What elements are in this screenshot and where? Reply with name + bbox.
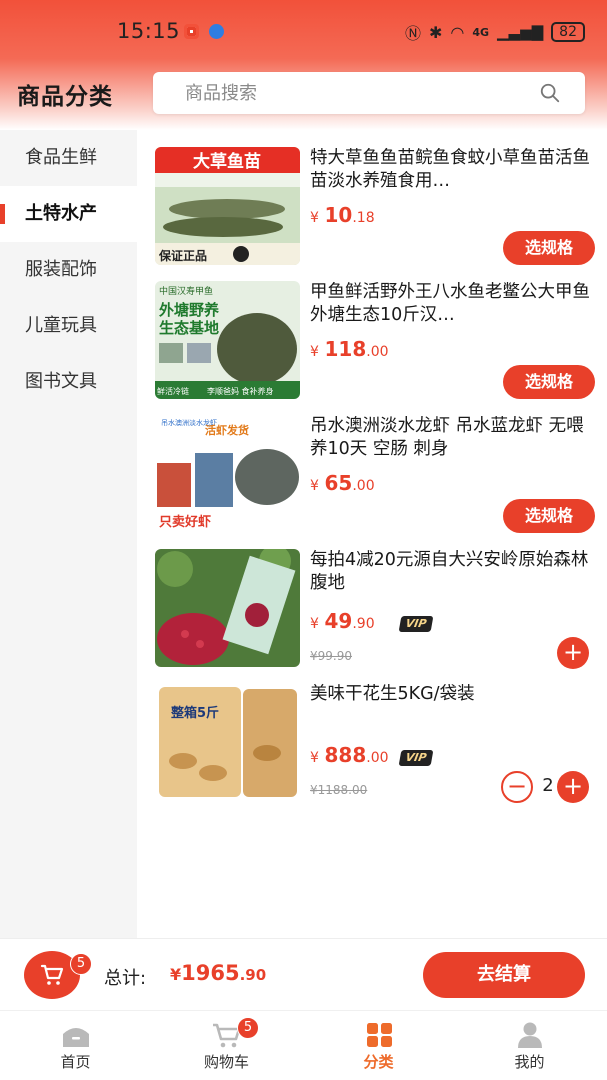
sidebar-item-food[interactable]: 食品生鲜 [0, 130, 137, 186]
profile-icon [518, 1022, 542, 1048]
category-sidebar: 食品生鲜 土特水产 服装配饰 儿童玩具 图书文具 [0, 130, 137, 938]
product-image-subtitle: 生态基地 [159, 319, 219, 337]
product-name[interactable]: 吊水澳洲淡水龙虾 吊水蓝龙虾 无喂养10天 空肠 刺身 [310, 415, 590, 461]
product-image-badge: 保证正品 [158, 248, 207, 263]
sidebar-item-books[interactable]: 图书文具 [0, 354, 137, 410]
notification-app-icon [184, 24, 199, 39]
list-item[interactable]: 每拍4减20元源自大兴安岭原始森林腹地 ¥ 49.90 VIP ¥99.90 + [155, 549, 595, 669]
product-name[interactable]: 美味干花生5KG/袋装 [310, 683, 590, 706]
decrease-quantity-button[interactable]: − [501, 771, 533, 803]
product-image[interactable] [155, 549, 300, 667]
add-to-cart-button[interactable]: + [557, 637, 589, 669]
original-price: ¥99.90 [310, 649, 352, 663]
nfc-icon: Ⓝ [404, 24, 421, 43]
cart-summary-bar: 5 总计: ¥1965.90 去结算 [0, 938, 607, 1010]
battery-indicator: 82 [551, 22, 585, 42]
product-image-title: 大草鱼苗 [193, 151, 261, 172]
page-header: 商品分类 [0, 64, 607, 124]
product-image[interactable]: 整箱5斤 [155, 683, 300, 801]
product-price: ¥ 65.00 [310, 471, 375, 495]
tab-category[interactable]: 分类 [303, 1011, 454, 1080]
list-item[interactable]: 中国汉寿甲鱼 外塘野养 生态基地 鲜活冷链 李顺爸妈 食补养身 甲鱼鲜活野外王八… [155, 281, 595, 401]
list-item[interactable]: 整箱5斤 美味干花生5KG/袋装 ¥ 888.00 VIP ¥1188.00 −… [155, 683, 595, 803]
product-price: ¥ 118.00 [310, 337, 389, 361]
original-price: ¥1188.00 [310, 783, 368, 797]
checkout-button[interactable]: 去结算 [423, 952, 585, 998]
total-label: 总计: [104, 968, 147, 989]
cart-count-badge: 5 [70, 953, 92, 975]
product-image[interactable]: 中国汉寿甲鱼 外塘野养 生态基地 鲜活冷链 李顺爸妈 食补养身 [155, 281, 300, 399]
cart-icon [40, 964, 64, 985]
product-price: ¥ 49.90 [310, 609, 375, 633]
network-label: 4G [472, 25, 490, 39]
search-bar[interactable] [153, 72, 585, 114]
vip-badge: VIP [398, 616, 434, 632]
tab-profile[interactable]: 我的 [454, 1011, 605, 1080]
status-time: 15:15 [117, 19, 181, 43]
product-image[interactable]: 吊水澳洲淡水龙虾 活虾发货 只卖好虾 [155, 415, 300, 533]
product-image-title: 整箱5斤 [170, 705, 219, 721]
select-spec-button[interactable]: 选规格 [503, 499, 595, 533]
product-image-label: 鲜活冷链 [157, 386, 189, 396]
list-item[interactable]: 吊水澳洲淡水龙虾 活虾发货 只卖好虾 吊水澳洲淡水龙虾 吊水蓝龙虾 无喂养10天… [155, 415, 595, 535]
tab-label: 购物车 [203, 1053, 249, 1071]
product-price: ¥ 10.18 [310, 203, 375, 227]
product-name[interactable]: 每拍4减20元源自大兴安岭原始森林腹地 [310, 549, 590, 595]
search-input[interactable] [185, 72, 515, 114]
status-indicators: Ⓝ ✱ ◠ 4G ▁▃▅▇ 82 [405, 20, 585, 44]
product-price: ¥ 888.00 [310, 743, 389, 767]
select-spec-button[interactable]: 选规格 [503, 365, 595, 399]
product-name[interactable]: 特大草鱼鱼苗鲩鱼食蚊小草鱼苗活鱼苗淡水养殖食用… [310, 147, 590, 193]
tab-label: 我的 [514, 1053, 545, 1071]
product-image-title: 外塘野养 [158, 301, 220, 319]
home-icon [63, 1028, 89, 1047]
cart-tab-badge: 5 [237, 1017, 259, 1039]
signal-icon: ▁▃▅▇ [497, 23, 544, 41]
increase-quantity-button[interactable]: + [557, 771, 589, 803]
search-icon[interactable] [539, 82, 561, 104]
page-title: 商品分类 [17, 84, 113, 110]
product-name[interactable]: 甲鱼鲜活野外王八水鱼老鳖公大甲鱼外塘生态10斤汉… [310, 281, 590, 327]
sidebar-item-toys[interactable]: 儿童玩具 [0, 298, 137, 354]
list-item[interactable]: 大草鱼苗 保证正品 特大草鱼鱼苗鲩鱼食蚊小草鱼苗活鱼苗淡水养殖食用… ¥ 10.… [155, 147, 595, 267]
wifi-icon: ◠ [450, 22, 465, 42]
select-spec-button[interactable]: 选规格 [503, 231, 595, 265]
product-image-slogan: 只卖好虾 [159, 514, 211, 530]
status-bar: 15:15 Ⓝ ✱ ◠ 4G ▁▃▅▇ 82 [0, 0, 607, 62]
tab-cart[interactable]: 5 购物车 [151, 1011, 302, 1080]
product-image-badge: 活虾发货 [205, 423, 249, 437]
sidebar-item-local-aquatic[interactable]: 土特水产 [0, 186, 137, 242]
vip-badge: VIP [398, 750, 434, 766]
bluetooth-icon: ✱ [428, 22, 443, 42]
sidebar-item-clothing[interactable]: 服装配饰 [0, 242, 137, 298]
notification-app-icon [209, 24, 224, 39]
product-image-brand: 中国汉寿甲鱼 [159, 285, 213, 297]
tab-label: 首页 [60, 1053, 91, 1071]
product-image-label: 李顺爸妈 食补养身 [207, 386, 274, 396]
product-image[interactable]: 大草鱼苗 保证正品 [155, 147, 300, 265]
tab-label: 分类 [363, 1053, 394, 1071]
bottom-tab-bar: 首页 5 购物车 分类 我的 [0, 1010, 607, 1080]
tab-home[interactable]: 首页 [0, 1011, 151, 1080]
category-icon [367, 1023, 392, 1047]
product-list: 大草鱼苗 保证正品 特大草鱼鱼苗鲩鱼食蚊小草鱼苗活鱼苗淡水养殖食用… ¥ 10.… [137, 130, 607, 938]
total-amount: ¥1965.90 [170, 961, 267, 985]
